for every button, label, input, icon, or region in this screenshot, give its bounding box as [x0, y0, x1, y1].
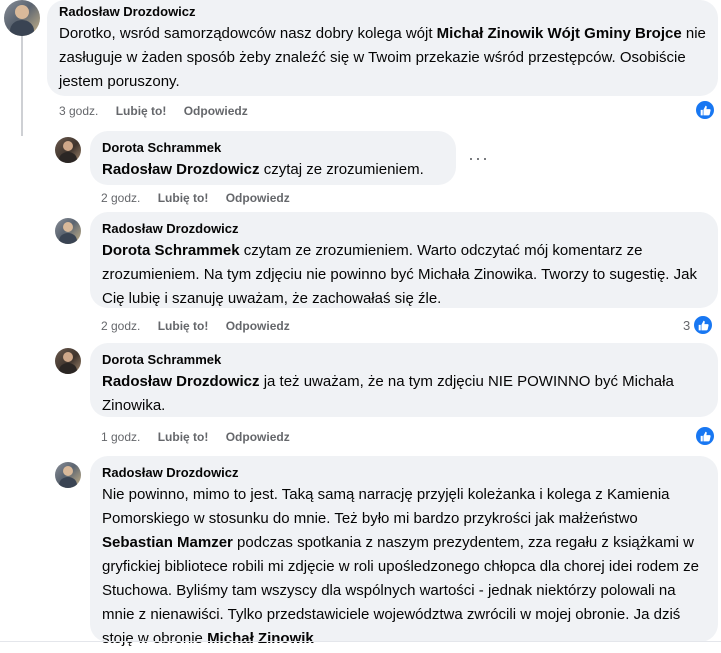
like-button[interactable]: Lubię to!	[158, 430, 209, 444]
mention-link[interactable]: Michał Zinowik	[207, 630, 314, 647]
text-part: czytaj ze zrozumieniem.	[259, 161, 424, 178]
like-icon[interactable]	[694, 99, 716, 121]
comment-text: Nie powinno, mimo to jest. Taką samą nar…	[102, 483, 706, 651]
avatar-torso	[59, 232, 77, 244]
comment-bubble: Dorota Schrammek Radosław Drozdowicz ja …	[90, 343, 718, 417]
reply-button[interactable]: Odpowiedz	[184, 104, 248, 118]
mention-link[interactable]: Michał Zinowik Wójt Gminy Brojce	[437, 25, 682, 42]
text-part: Dorotko, wsród samorządowców nasz dobry …	[59, 25, 437, 42]
avatar-dorota[interactable]	[55, 137, 81, 163]
like-icon[interactable]	[694, 425, 716, 447]
reaction-count[interactable]: 3	[683, 318, 690, 333]
avatar-head	[62, 221, 74, 233]
reply-button[interactable]: Odpowiedz	[226, 191, 290, 205]
mention-link[interactable]: Dorota Schrammek	[102, 242, 240, 259]
comment-bubble: Radosław Drozdowicz Dorota Schrammek czy…	[90, 212, 718, 308]
comment-author[interactable]: Radosław Drozdowicz	[59, 4, 706, 20]
comment-bubble: Radosław Drozdowicz Nie powinno, mimo to…	[90, 456, 718, 647]
thread-line	[21, 36, 23, 136]
comment-bubble: Dorota Schrammek Radosław Drozdowicz czy…	[90, 131, 456, 185]
like-button[interactable]: Lubię to!	[158, 191, 209, 205]
like-button[interactable]: Lubię to!	[116, 104, 167, 118]
bottom-divider	[0, 641, 721, 642]
text-part: Nie powinno, mimo to jest. Taką samą nar…	[102, 486, 670, 527]
avatar-radoslaw[interactable]	[55, 462, 81, 488]
comment-actions: 3 godz. Lubię to! Odpowiedz	[59, 103, 262, 119]
avatar-dorota[interactable]	[55, 348, 81, 374]
comment-actions: 2 godz. Lubię to! Odpowiedz	[101, 318, 304, 334]
comment-text: Radosław Drozdowicz czytaj ze zrozumieni…	[102, 158, 444, 182]
mention-link[interactable]: Sebastian Mamzer	[102, 534, 233, 551]
comment-text: Radosław Drozdowicz ja też uważam, że na…	[102, 370, 706, 418]
like-icon[interactable]	[692, 314, 714, 336]
comment-author[interactable]: Radosław Drozdowicz	[102, 221, 706, 237]
comment-bubble: Radosław Drozdowicz Dorotko, wsród samor…	[47, 0, 718, 96]
comment-actions: 2 godz. Lubię to! Odpowiedz	[101, 190, 304, 206]
avatar-head	[14, 5, 30, 20]
more-options-icon[interactable]: ···	[468, 149, 489, 167]
mention-link[interactable]: Radosław Drozdowicz	[102, 373, 260, 390]
avatar-torso	[59, 151, 77, 163]
comment-author[interactable]: Radosław Drozdowicz	[102, 465, 706, 481]
comment-author[interactable]: Dorota Schrammek	[102, 140, 444, 156]
timestamp[interactable]: 2 godz.	[101, 319, 140, 333]
comment-actions: 1 godz. Lubię to! Odpowiedz	[101, 429, 304, 445]
avatar-torso	[9, 20, 35, 36]
avatar-torso	[59, 476, 77, 488]
like-button[interactable]: Lubię to!	[158, 319, 209, 333]
avatar-head	[62, 465, 74, 477]
timestamp[interactable]: 2 godz.	[101, 191, 140, 205]
avatar-radoslaw[interactable]	[55, 218, 81, 244]
timestamp[interactable]: 1 godz.	[101, 430, 140, 444]
avatar-torso	[59, 362, 77, 374]
avatar-head	[62, 140, 74, 152]
comment-text: Dorotko, wsród samorządowców nasz dobry …	[59, 22, 706, 94]
reply-button[interactable]: Odpowiedz	[226, 430, 290, 444]
reply-button[interactable]: Odpowiedz	[226, 319, 290, 333]
comment-author[interactable]: Dorota Schrammek	[102, 352, 706, 368]
comment-text: Dorota Schrammek czytam ze zrozumieniem.…	[102, 239, 706, 311]
timestamp[interactable]: 3 godz.	[59, 104, 98, 118]
avatar-head	[62, 351, 74, 363]
avatar-radoslaw[interactable]	[4, 0, 40, 36]
mention-link[interactable]: Radosław Drozdowicz	[102, 161, 260, 178]
